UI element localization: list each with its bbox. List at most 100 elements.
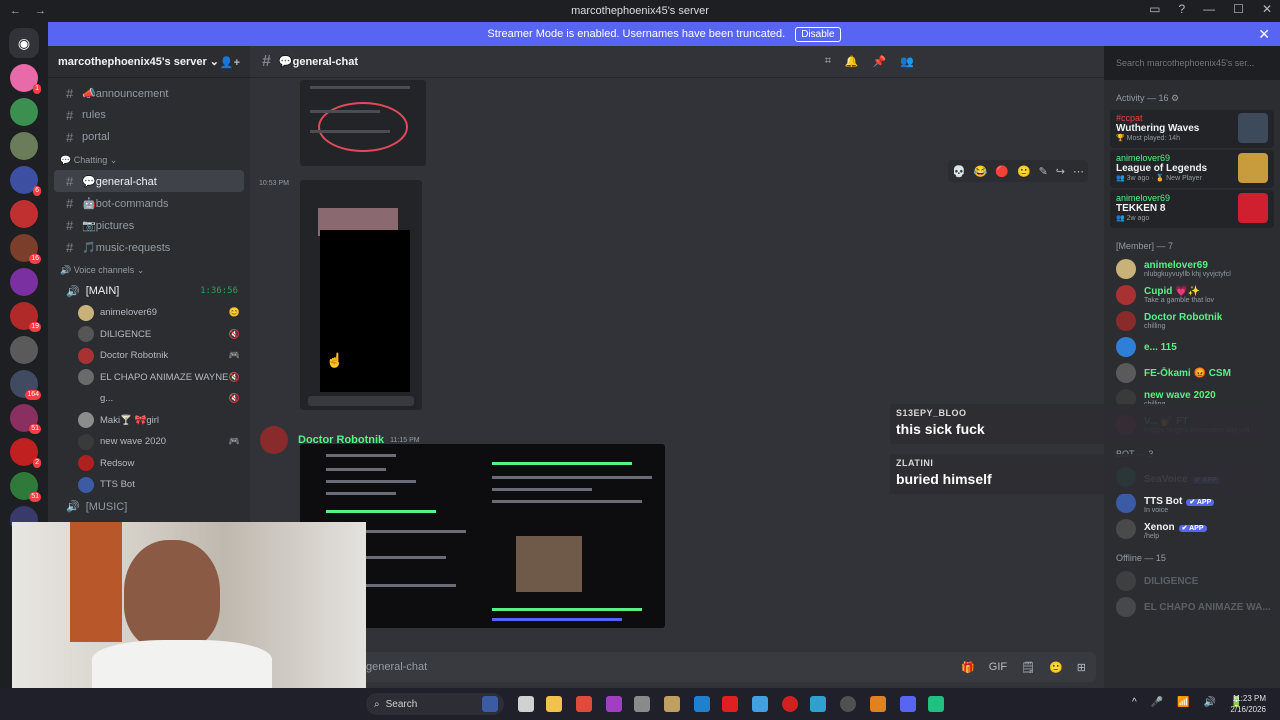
activity-card[interactable]: #ccpat Wuthering Waves 🏆 Most played: 14h — [1110, 110, 1274, 148]
minimize-button[interactable]: — — [1203, 2, 1215, 16]
channel-music-requests[interactable]: # 🎵music-requests — [54, 236, 244, 258]
member-item[interactable]: animelover69 nlubgkuyvuyllb khj vyvjctyfc… — [1104, 256, 1280, 282]
channel-announcement[interactable]: # 📣announcement — [54, 82, 244, 104]
voice-user[interactable]: new wave 2020 🎮 — [48, 431, 250, 453]
server-icon[interactable] — [10, 98, 38, 126]
app-icon[interactable] — [722, 696, 738, 712]
forward-arrow-icon[interactable]: → — [35, 5, 46, 17]
app-icon[interactable] — [664, 696, 680, 712]
discord-home-icon[interactable]: ◉ — [9, 28, 39, 58]
channel-bot-commands[interactable]: # 🤖bot-commands — [54, 192, 244, 214]
member-item[interactable]: Cupid 💗✨ Take a gamble that lov — [1104, 282, 1280, 308]
threads-icon[interactable]: ⌗ — [825, 55, 831, 68]
activity-card[interactable]: animelover69 League of Legends 👥 3w ago · … — [1110, 150, 1274, 188]
skull-emoji-icon[interactable]: 💀 — [952, 165, 966, 178]
notification-bell-icon[interactable]: 🔔 — [845, 55, 859, 68]
file-explorer-icon[interactable] — [546, 696, 562, 712]
bot-item[interactable]: Xenon ✔ APP/help — [1104, 516, 1280, 542]
voice-user[interactable]: EL CHAPO ANIMAZE WAYNE 🔇 — [48, 367, 250, 389]
obs-record-icon[interactable] — [782, 696, 798, 712]
clock[interactable]: 11:23 PM 2/16/2026 — [1230, 693, 1266, 715]
server-icon[interactable] — [10, 336, 38, 364]
app-icon[interactable] — [752, 696, 768, 712]
microphone-icon[interactable]: 🎤 — [1151, 697, 1163, 708]
edit-icon[interactable]: ✎ — [1039, 165, 1048, 178]
server-name-header[interactable]: marcothephoenix45's server ⌄ 👤+ — [48, 46, 250, 78]
server-icon[interactable]: 2 — [10, 438, 41, 468]
vlc-icon[interactable] — [870, 696, 886, 712]
apps-icon[interactable]: ⊞ — [1077, 661, 1086, 674]
voice-user[interactable]: Maki🍸 🎀girl — [48, 410, 250, 432]
category-chatting[interactable]: 💬 Chatting ⌄ — [48, 148, 250, 170]
back-arrow-icon[interactable]: ← — [10, 5, 21, 17]
server-icon[interactable]: 51 — [10, 404, 41, 434]
server-icon[interactable]: 6 — [10, 166, 41, 196]
member-item[interactable]: FE-Ōkami 😡 CSM — [1104, 360, 1280, 386]
member-item[interactable]: Doctor Robotnik chilling — [1104, 308, 1280, 334]
wifi-icon[interactable]: 📶 — [1177, 697, 1189, 708]
app-icon[interactable] — [810, 696, 826, 712]
laugh-emoji-icon[interactable]: 😂 — [974, 165, 988, 178]
voice-user[interactable]: animelover69 😊 — [48, 302, 250, 324]
app-icon[interactable] — [606, 696, 622, 712]
channel-portal[interactable]: # portal — [54, 126, 244, 148]
media-player-icon[interactable] — [840, 696, 856, 712]
store-icon[interactable] — [576, 696, 592, 712]
voice-user[interactable]: DILIGENCE 🔇 — [48, 324, 250, 346]
disable-streamer-mode-button[interactable]: Disable — [795, 26, 841, 42]
member-item[interactable]: e... 115 — [1104, 334, 1280, 360]
server-icon[interactable]: 19 — [10, 302, 41, 332]
voice-channel-music[interactable]: 🔊 [MUSIC] — [54, 496, 244, 518]
text-line — [326, 510, 436, 513]
server-icon[interactable]: 16 — [10, 234, 41, 264]
help-icon[interactable]: ? — [1178, 2, 1185, 16]
more-icon[interactable]: ⋯ — [1073, 165, 1084, 178]
voice-channel-main[interactable]: 🔊 [MAIN] 1:36:56 — [54, 280, 244, 302]
maximize-button[interactable]: ☐ — [1233, 2, 1244, 16]
gift-icon[interactable]: 🎁 — [961, 661, 975, 674]
voice-user[interactable]: Doctor Robotnik 🎮 — [48, 345, 250, 367]
image-attachment[interactable] — [300, 180, 422, 410]
channel-rules[interactable]: # rules — [54, 104, 244, 126]
server-icon[interactable] — [10, 268, 38, 296]
offline-member-item[interactable]: DILIGENCE — [1104, 568, 1280, 594]
server-icon[interactable]: 51 — [10, 472, 41, 502]
avatar — [1116, 519, 1136, 539]
close-icon[interactable]: ✕ — [1258, 26, 1270, 43]
sticker-icon[interactable]: 🗒 — [1021, 661, 1035, 674]
app-icon[interactable] — [928, 696, 944, 712]
voice-user-name: EL CHAPO ANIMAZE WAYNE — [100, 371, 229, 383]
member-list-icon[interactable]: 👥 — [900, 55, 914, 68]
reply-icon[interactable]: ↪ — [1056, 165, 1065, 178]
close-window-button[interactable]: ✕ — [1262, 2, 1272, 16]
avatar[interactable] — [260, 426, 288, 454]
app-icon[interactable] — [634, 696, 650, 712]
server-icon[interactable]: 164 — [10, 370, 41, 400]
add-reaction-icon[interactable]: 🙂 — [1017, 165, 1031, 178]
channel-general-chat[interactable]: # 💬general-chat — [54, 170, 244, 192]
offline-member-item[interactable]: EL CHAPO ANIMAZE WA... — [1104, 594, 1280, 620]
channel-pictures[interactable]: # 📷pictures — [54, 214, 244, 236]
invite-people-icon[interactable]: 👤+ — [220, 56, 240, 69]
voice-user[interactable]: Redsow — [48, 453, 250, 475]
gif-icon[interactable]: GIF — [989, 661, 1007, 674]
search-input[interactable] — [1112, 52, 1274, 74]
volume-icon[interactable]: 🔊 — [1204, 697, 1216, 708]
tray-overflow-icon[interactable]: ^ — [1132, 697, 1137, 708]
message-composer[interactable]: general-chat 🎁 GIF 🗒 🙂 ⊞ — [258, 652, 1096, 682]
server-icon[interactable] — [10, 132, 38, 160]
voice-user[interactable]: g... 🔇 — [48, 388, 250, 410]
task-view-icon[interactable] — [518, 696, 534, 712]
server-icon[interactable]: 1 — [10, 64, 41, 94]
image-attachment[interactable] — [300, 80, 426, 166]
server-icon[interactable] — [10, 200, 38, 228]
inbox-icon[interactable]: ▭ — [1149, 2, 1160, 16]
voice-user[interactable]: TTS Bot — [48, 474, 250, 496]
pin-icon[interactable]: 📌 — [873, 55, 887, 68]
app-icon[interactable] — [694, 696, 710, 712]
category-voice-channels[interactable]: 🔊 Voice channels ⌄ — [48, 258, 250, 280]
discord-taskbar-icon[interactable] — [900, 696, 916, 712]
emoji-icon[interactable]: 🙂 — [1049, 661, 1063, 674]
activity-card[interactable]: animelover69 TEKKEN 8 👥 2w ago — [1110, 190, 1274, 228]
red-emoji-icon[interactable]: 🔴 — [995, 165, 1009, 178]
